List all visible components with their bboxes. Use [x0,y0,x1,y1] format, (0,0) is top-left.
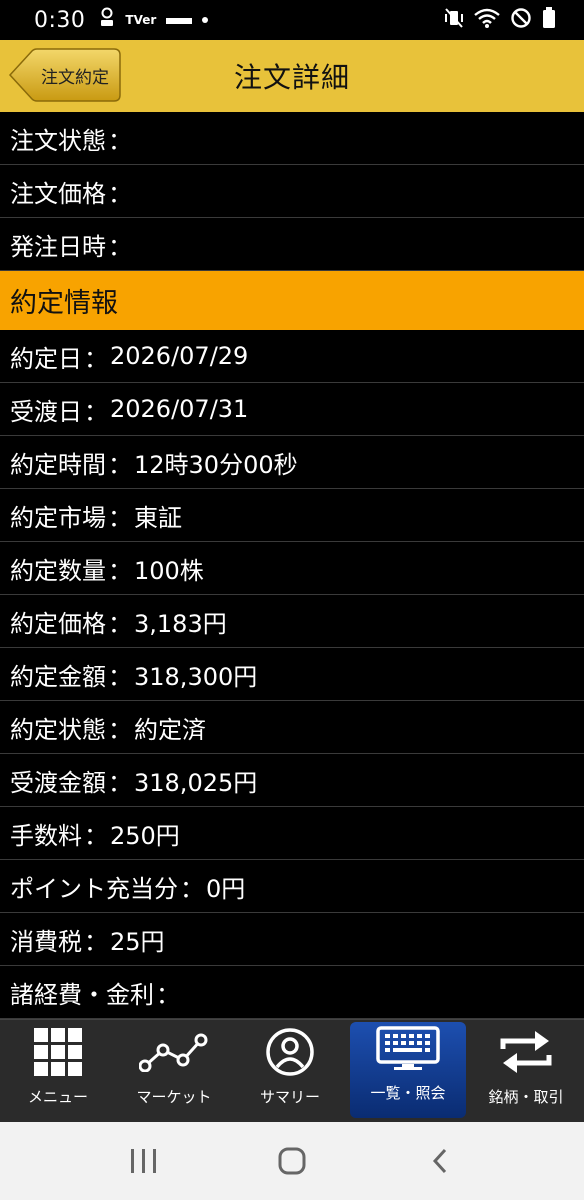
status-time: 0:30 [34,7,86,33]
back-icon[interactable] [410,1131,470,1191]
row-value: 318,300円 [134,662,258,691]
mute-vibrate-icon [444,7,464,33]
row-value: 318,025円 [134,768,258,797]
row-separator: ： [108,450,132,479]
nav-item-list-inquiry[interactable]: 一覧・照会 [350,1022,466,1118]
nav-item-menu[interactable]: メニュー [0,1020,116,1122]
row-separator: ： [156,980,180,1009]
detail-row-order-datetime: 発注日時： [0,218,584,271]
app-icon [166,11,193,30]
detail-row-order-price: 注文価格： [0,165,584,218]
row-label: 手数料 [10,821,82,850]
detail-row-consumption-tax: 消費税： 25円 [0,913,584,966]
row-label: 注文状態 [10,126,106,155]
row-separator: ： [108,609,132,638]
detail-row-order-status: 注文状態： [0,112,584,165]
nav-label-menu: メニュー [27,1088,88,1106]
nav-label-summary: サマリー [259,1088,320,1106]
row-label: ポイント充当分 [10,874,178,903]
chart-line-icon [139,1024,209,1080]
row-separator: ： [84,927,108,956]
detail-row-execution-status: 約定状態：約定済 [0,701,584,754]
row-value: 2026/07/31 [110,395,249,423]
row-separator: ： [108,768,132,797]
detail-row-settlement-amount: 受渡金額： 318,025円 [0,754,584,807]
row-separator: ： [84,344,108,373]
row-value: 250円 [110,821,180,850]
row-label: 約定日 [10,344,82,373]
do-not-disturb-icon [510,7,532,33]
tver-icon: TVer [125,13,157,27]
row-value: 12時30分00秒 [134,450,298,479]
row-separator: ： [108,556,132,585]
badge-icon [99,7,115,33]
nav-label-list-inquiry: 一覧・照会 [370,1084,446,1102]
system-nav-bar [0,1122,584,1200]
detail-row-execution-quantity: 約定数量： 100株 [0,542,584,595]
row-label: 約定価格 [10,609,106,638]
row-value: 100株 [134,556,204,585]
row-label: 約定数量 [10,556,106,585]
row-separator: ： [180,874,204,903]
row-value: 2026/07/29 [110,342,249,370]
status-bar: 0:30 TVer [0,0,584,40]
row-value: 約定済 [134,715,206,744]
row-separator: ： [108,126,132,155]
recents-icon[interactable] [114,1131,174,1191]
order-detail-content: 注文状態： 注文価格： 発注日時： 約定情報 約定日： 2026/07/29 受渡… [0,112,584,1019]
nav-item-stock-trade[interactable]: 銘柄・取引 [468,1020,584,1122]
detail-row-execution-market: 約定市場：東証 [0,489,584,542]
nav-label-market: マーケット [136,1088,212,1106]
row-label: 受渡金額 [10,768,106,797]
nav-label-stock-trade: 銘柄・取引 [488,1088,564,1106]
page-title: 注文詳細 [233,61,350,94]
bottom-nav: メニュー マーケット サマリー 一覧・照会 銘柄・取引 [0,1019,584,1122]
back-button-label: 注文約定 [41,67,109,88]
row-separator: ： [108,715,132,744]
row-label: 諸経費・金利 [10,980,154,1009]
detail-row-points-applied: ポイント充当分： 0円 [0,860,584,913]
row-label: 注文価格 [10,179,106,208]
detail-row-execution-date: 約定日： 2026/07/29 [0,330,584,383]
row-separator: ： [84,397,108,426]
row-separator: ： [108,662,132,691]
row-value: 25円 [110,927,165,956]
battery-icon [542,7,556,33]
row-label: 約定状態 [10,715,106,744]
nav-item-summary[interactable]: サマリー [232,1020,348,1122]
row-value: 0円 [206,874,246,903]
header-bar: 注文約定 注文詳細 [0,40,584,112]
row-separator: ： [84,821,108,850]
row-label: 約定市場 [10,503,106,532]
row-label: 発注日時 [10,232,106,261]
detail-row-fees-interest: 諸経費・金利： [0,966,584,1019]
back-button[interactable]: 注文約定 [8,48,122,102]
row-separator: ： [108,232,132,261]
grid-icon [33,1024,83,1080]
swap-arrows-icon [499,1024,553,1080]
row-label: 約定時間 [10,450,106,479]
detail-row-commission: 手数料： 250円 [0,807,584,860]
row-value: 3,183円 [134,609,227,638]
wifi-icon [474,7,500,33]
row-separator: ： [108,503,132,532]
section-header-execution: 約定情報 [0,271,584,330]
detail-row-execution-time: 約定時間： 12時30分00秒 [0,436,584,489]
row-label: 消費税 [10,927,82,956]
home-icon[interactable] [262,1131,322,1191]
dot-icon [202,17,209,23]
status-left-icons: TVer [99,7,209,33]
nav-item-market[interactable]: マーケット [116,1020,232,1122]
row-label: 受渡日 [10,397,82,426]
row-label: 約定金額 [10,662,106,691]
status-right-icons [444,7,556,33]
keyboard-monitor-icon [376,1022,440,1076]
row-value: 東証 [134,503,182,532]
detail-row-execution-price: 約定価格： 3,183円 [0,595,584,648]
detail-row-execution-amount: 約定金額： 318,300円 [0,648,584,701]
row-separator: ： [108,179,132,208]
detail-row-settlement-date: 受渡日： 2026/07/31 [0,383,584,436]
person-icon [265,1024,315,1080]
